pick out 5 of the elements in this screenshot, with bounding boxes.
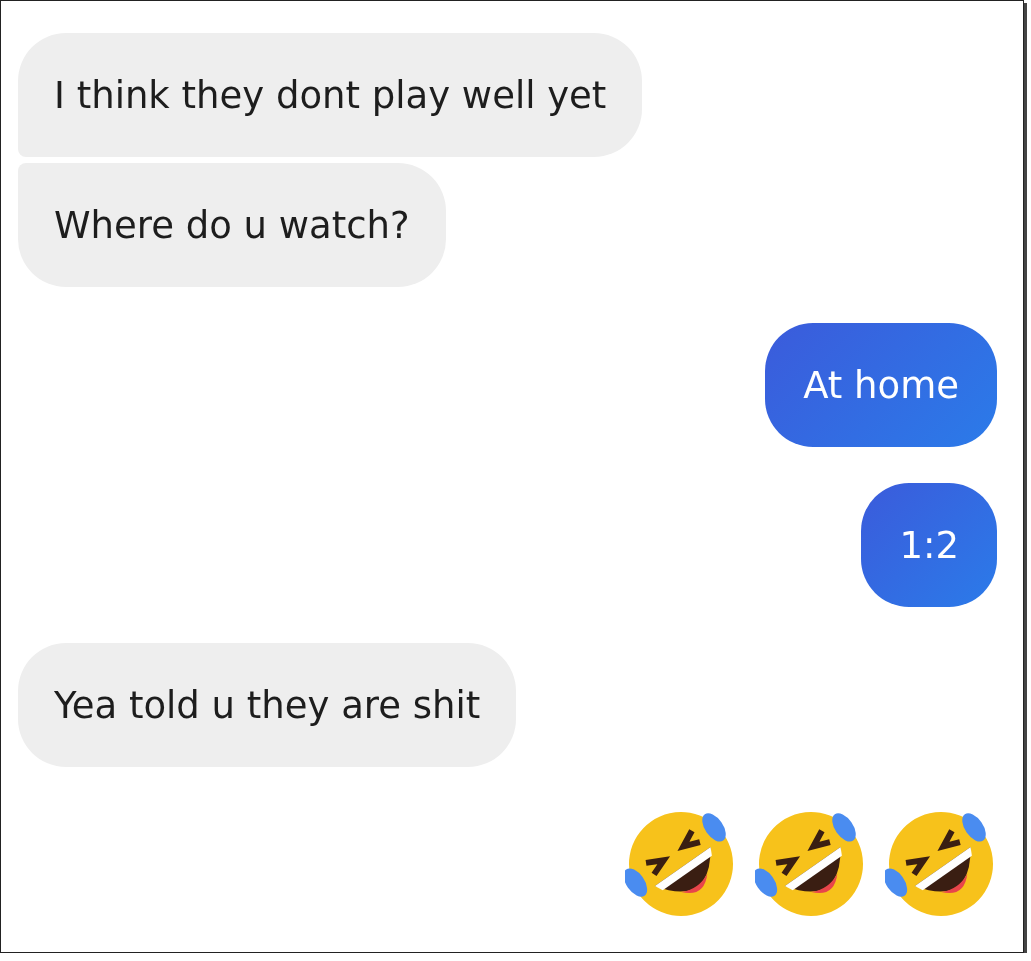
message-bubble: Yea told u they are shit <box>18 643 517 767</box>
message-bubble: Where do u watch? <box>18 163 446 287</box>
message-bubble: I think they dont play well yet <box>18 33 643 157</box>
message-bubble: At home <box>765 323 997 447</box>
message-bubble: 1:2 <box>861 483 997 607</box>
